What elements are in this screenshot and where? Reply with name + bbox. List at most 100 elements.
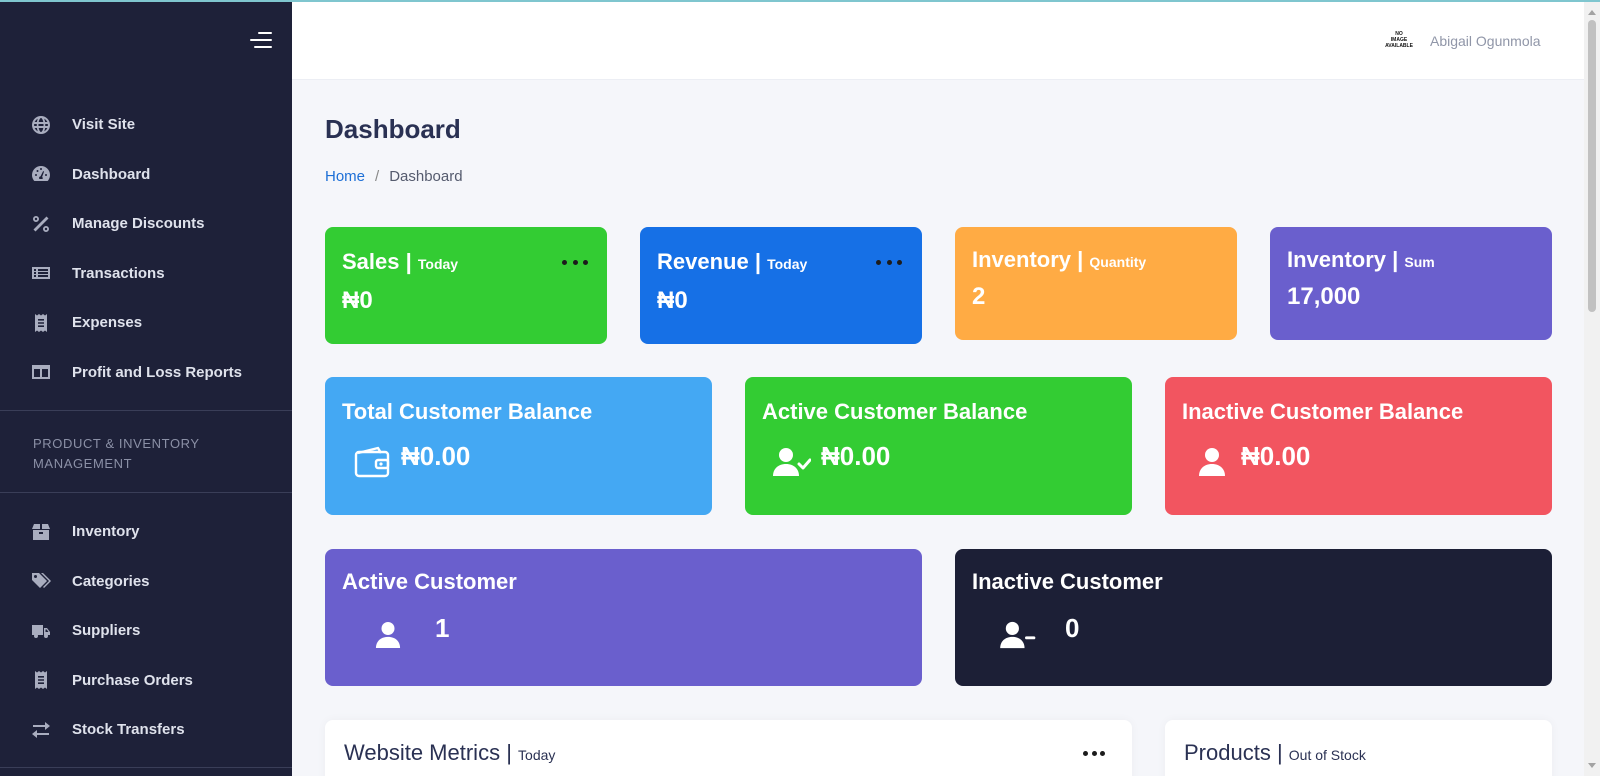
sidebar-item-transactions[interactable]: Transactions <box>0 249 292 299</box>
sales-value: ₦0 <box>342 287 373 314</box>
scroll-thumb[interactable] <box>1588 20 1596 312</box>
sidebar-divider <box>0 410 292 411</box>
sidebar-item-label: Profit and Loss Reports <box>72 363 243 381</box>
sidebar: Visit Site Dashboard Manage Discounts Tr… <box>0 0 292 776</box>
globe-icon <box>30 114 52 136</box>
card-title: Inventory | Quantity <box>972 247 1147 272</box>
sidebar-divider <box>0 767 292 768</box>
panel-title: Website Metrics | Today <box>344 740 556 765</box>
inactive-customer-card: Inactive Customer 0 <box>955 549 1552 686</box>
top-border <box>0 0 1600 2</box>
user-icon <box>1192 443 1232 481</box>
active-balance-value: ₦0.00 <box>821 441 891 471</box>
breadcrumb-current: Dashboard <box>389 168 463 185</box>
panel-title: Products | Out of Stock <box>1184 740 1366 765</box>
total-balance-value: ₦0.00 <box>401 441 471 471</box>
tags-icon <box>30 570 52 592</box>
total-balance-card: Total Customer Balance ₦0.00 <box>325 377 712 515</box>
breadcrumb: Home / Dashboard <box>325 168 463 185</box>
inactive-balance-card: Inactive Customer Balance ₦0.00 <box>1165 377 1552 515</box>
top-header: NO IMAGE AVAILABLE Abigail Ogunmola <box>292 2 1584 80</box>
scroll-down-icon[interactable] <box>1588 763 1596 768</box>
card-title: Revenue | Today <box>657 249 808 274</box>
page-scrollbar[interactable] <box>1584 2 1600 776</box>
menu-toggle-icon[interactable] <box>248 32 272 50</box>
breadcrumb-separator: / <box>375 168 380 185</box>
card-title-text: Sales <box>342 249 400 274</box>
active-customer-count: 1 <box>435 613 450 643</box>
sidebar-item-label: Visit Site <box>72 116 136 134</box>
active-customer-card: Active Customer 1 <box>325 549 922 686</box>
sidebar-divider <box>0 492 292 493</box>
percent-icon <box>30 213 52 235</box>
receipt-icon <box>30 312 52 334</box>
sidebar-item-label: Manage Discounts <box>72 215 205 233</box>
sidebar-item-stock-transfers[interactable]: Stock Transfers <box>0 705 292 755</box>
card-title: Inactive Customer <box>972 569 1163 594</box>
sidebar-item-label: Stock Transfers <box>72 721 185 739</box>
inventory-quantity-value: 2 <box>972 283 986 310</box>
revenue-card: Revenue | Today ₦0 <box>640 227 922 344</box>
user-icon <box>368 617 408 653</box>
card-subtitle: Today <box>417 256 459 272</box>
transfer-icon <box>30 719 52 741</box>
sidebar-nav-inventory: Inventory Categories Suppliers Purchase … <box>0 507 292 755</box>
revenue-value: ₦0 <box>657 287 688 314</box>
card-title: Inactive Customer Balance <box>1182 399 1464 424</box>
card-title: Inventory | Sum <box>1287 247 1435 272</box>
panel-subtitle: Today <box>518 747 556 763</box>
sidebar-item-suppliers[interactable]: Suppliers <box>0 606 292 656</box>
sidebar-item-expenses[interactable]: Expenses <box>0 298 292 348</box>
sidebar-item-purchase-orders[interactable]: Purchase Orders <box>0 656 292 706</box>
products-out-of-stock-panel: Products | Out of Stock <box>1165 720 1552 776</box>
card-title: Total Customer Balance <box>342 399 593 424</box>
sales-card: Sales | Today ₦0 <box>325 227 607 344</box>
wallet-icon <box>352 443 392 481</box>
card-title: Active Customer Balance <box>762 399 1028 424</box>
inventory-sum-card: Inventory | Sum 17,000 <box>1270 227 1552 340</box>
breadcrumb-home-link[interactable]: Home <box>325 168 365 185</box>
avatar-text: AVAILABLE <box>1385 43 1413 49</box>
website-metrics-panel: Website Metrics | Today <box>325 720 1132 776</box>
sidebar-section-heading: PRODUCT & INVENTORY MANAGEMENT <box>33 436 200 471</box>
user-name[interactable]: Abigail Ogunmola <box>1430 33 1541 49</box>
sidebar-item-inventory[interactable]: Inventory <box>0 507 292 557</box>
panel-title-text: Products <box>1184 740 1271 765</box>
page-title: Dashboard <box>325 114 461 144</box>
sidebar-item-label: Categories <box>72 572 150 590</box>
sidebar-item-categories[interactable]: Categories <box>0 557 292 607</box>
gauge-icon <box>30 163 52 185</box>
user-minus-icon <box>998 617 1038 653</box>
more-options-icon[interactable] <box>1083 746 1105 760</box>
inventory-sum-value: 17,000 <box>1287 283 1361 310</box>
card-subtitle: Sum <box>1404 254 1435 270</box>
more-options-icon[interactable] <box>876 255 902 269</box>
sidebar-item-label: Inventory <box>72 523 140 541</box>
sidebar-item-label: Expenses <box>72 314 143 332</box>
inactive-customer-count: 0 <box>1065 613 1080 643</box>
sidebar-item-manage-discounts[interactable]: Manage Discounts <box>0 199 292 249</box>
card-title: Active Customer <box>342 569 517 594</box>
card-title-text: Inventory <box>972 247 1072 272</box>
scroll-up-icon[interactable] <box>1588 10 1596 15</box>
card-subtitle: Today <box>767 256 808 272</box>
sidebar-item-visit-site[interactable]: Visit Site <box>0 100 292 150</box>
inventory-quantity-card: Inventory | Quantity 2 <box>955 227 1237 340</box>
card-title: Sales | Today <box>342 249 459 274</box>
panel-title-text: Website Metrics <box>344 740 501 765</box>
sidebar-item-dashboard[interactable]: Dashboard <box>0 150 292 200</box>
receipt-icon <box>30 669 52 691</box>
list-icon <box>30 262 52 284</box>
card-subtitle: Quantity <box>1089 254 1147 270</box>
avatar[interactable]: NO IMAGE AVAILABLE <box>1381 29 1417 51</box>
card-title-text: Inventory <box>1287 247 1387 272</box>
more-options-icon[interactable] <box>562 255 588 269</box>
active-balance-card: Active Customer Balance ₦0.00 <box>745 377 1132 515</box>
sidebar-item-label: Transactions <box>72 264 165 282</box>
truck-icon <box>30 620 52 642</box>
card-title-text: Revenue <box>657 249 749 274</box>
sidebar-item-profit-loss[interactable]: Profit and Loss Reports <box>0 348 292 398</box>
sidebar-item-label: Dashboard <box>72 165 151 183</box>
sidebar-nav-main: Visit Site Dashboard Manage Discounts Tr… <box>0 100 292 397</box>
inactive-balance-value: ₦0.00 <box>1241 441 1311 471</box>
